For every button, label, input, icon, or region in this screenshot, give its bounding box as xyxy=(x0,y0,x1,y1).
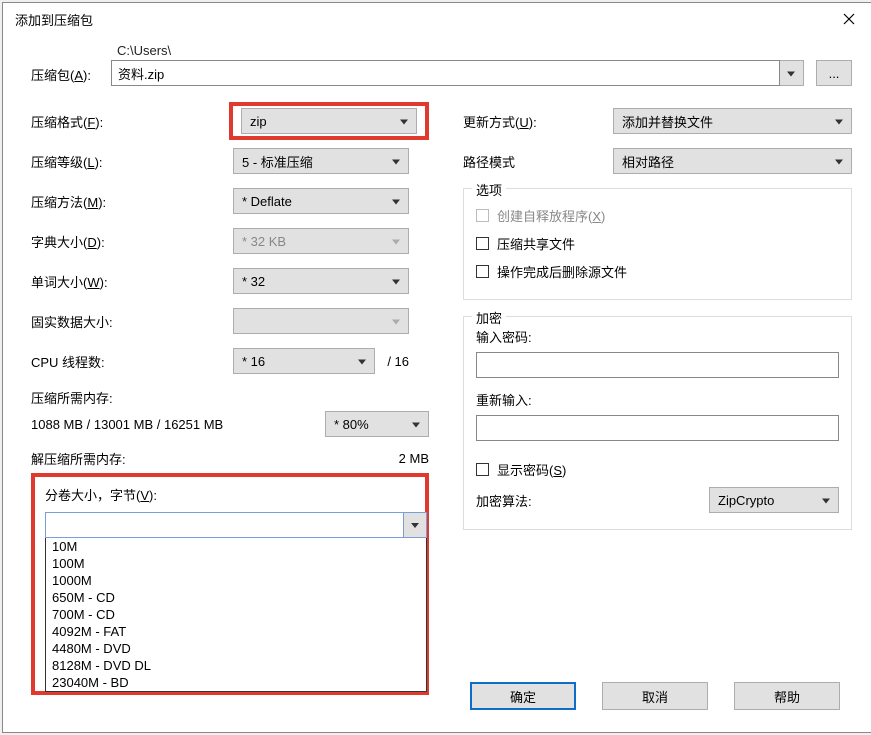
cpu-total: / 16 xyxy=(375,354,409,369)
volume-highlight-box: 分卷大小，字节(V): 10M 100M 1000M 650M - CD 700… xyxy=(31,473,429,695)
archive-dropdown[interactable] xyxy=(780,60,804,86)
method-label: 压缩方法(M): xyxy=(31,192,233,211)
shared-checkbox[interactable] xyxy=(476,237,489,250)
pathmode-select[interactable]: 相对路径 xyxy=(613,148,852,174)
close-icon xyxy=(843,13,855,25)
memcomp-label: 压缩所需内存: xyxy=(31,388,429,407)
right-column: 更新方式(U): 添加并替换文件 路径模式 相对路径 选项 创建自释放程序(X) xyxy=(463,108,852,695)
dict-select[interactable]: * 32 KB xyxy=(233,228,409,254)
method-select[interactable]: * Deflate xyxy=(233,188,409,214)
update-label: 更新方式(U): xyxy=(463,112,613,131)
solid-select[interactable] xyxy=(233,308,409,334)
options-legend: 选项 xyxy=(472,180,506,199)
dialog-body: 压缩包(A): C:\Users\ ... 压缩格式(F): xyxy=(3,35,871,732)
archive-filename-input[interactable] xyxy=(111,60,780,86)
volume-option[interactable]: 100M xyxy=(46,555,426,572)
volume-dropdown-button[interactable] xyxy=(404,513,426,537)
options-fieldset: 选项 创建自释放程序(X) 压缩共享文件 操作完成后删除源文件 xyxy=(463,188,852,300)
volume-option[interactable]: 650M - CD xyxy=(46,589,426,606)
archive-path-text: C:\Users\ xyxy=(111,43,804,58)
password2-input[interactable] xyxy=(476,415,839,441)
volume-dropdown-list: 10M 100M 1000M 650M - CD 700M - CD 4092M… xyxy=(45,538,427,692)
memdecomp-label: 解压缩所需内存: xyxy=(31,449,399,468)
encryption-legend: 加密 xyxy=(472,308,506,327)
delete-checkbox[interactable] xyxy=(476,265,489,278)
showpassword-label: 显示密码(S) xyxy=(497,460,566,479)
left-column: 压缩格式(F): zip 压缩等级(L): 5 - 标准压缩 压缩方法(M): xyxy=(31,108,429,695)
format-row: 压缩格式(F): zip xyxy=(31,108,429,134)
algo-label: 加密算法: xyxy=(476,491,709,510)
browse-button[interactable]: ... xyxy=(816,60,852,86)
format-select[interactable]: zip xyxy=(241,108,417,134)
volume-option[interactable]: 10M xyxy=(46,538,426,555)
titlebar: 添加到压缩包 xyxy=(3,3,871,35)
sfx-checkbox xyxy=(476,209,489,222)
volume-option[interactable]: 4480M - DVD xyxy=(46,640,426,657)
archive-label: 压缩包(A): xyxy=(31,43,111,84)
shared-label: 压缩共享文件 xyxy=(497,234,575,253)
cpu-select[interactable]: * 16 xyxy=(233,348,375,374)
button-row: 确定 取消 帮助 xyxy=(470,682,840,710)
archive-row: 压缩包(A): C:\Users\ ... xyxy=(31,43,852,86)
level-label: 压缩等级(L): xyxy=(31,152,233,171)
close-button[interactable] xyxy=(826,3,871,35)
ok-button[interactable]: 确定 xyxy=(470,682,576,710)
sfx-label: 创建自释放程序(X) xyxy=(497,206,605,225)
volume-option[interactable]: 4092M - FAT xyxy=(46,623,426,640)
showpassword-checkbox[interactable] xyxy=(476,463,489,476)
help-button[interactable]: 帮助 xyxy=(734,682,840,710)
word-label: 单词大小(W): xyxy=(31,272,233,291)
pathmode-label: 路径模式 xyxy=(463,152,613,171)
password-label: 输入密码: xyxy=(476,327,839,346)
memdecomp-value: 2 MB xyxy=(399,451,429,466)
cpu-label: CPU 线程数: xyxy=(31,352,233,371)
volume-combobox[interactable] xyxy=(45,512,427,538)
volume-option[interactable]: 23040M - BD xyxy=(46,674,426,691)
password-input[interactable] xyxy=(476,352,839,378)
window-title: 添加到压缩包 xyxy=(15,10,826,29)
volume-option[interactable]: 8128M - DVD DL xyxy=(46,657,426,674)
volume-label: 分卷大小，字节(V): xyxy=(45,485,415,504)
memcomp-detail: 1088 MB / 13001 MB / 16251 MB xyxy=(31,417,223,432)
password2-label: 重新输入: xyxy=(476,390,839,409)
solid-label: 固实数据大小: xyxy=(31,312,233,331)
volume-option[interactable]: 700M - CD xyxy=(46,606,426,623)
memcomp-select[interactable]: * 80% xyxy=(325,411,429,437)
dialog-window: 添加到压缩包 压缩包(A): C:\Users\ ... xyxy=(2,2,871,733)
cancel-button[interactable]: 取消 xyxy=(602,682,708,710)
format-highlight-box: zip xyxy=(229,102,429,140)
encryption-fieldset: 加密 输入密码: 重新输入: 显示密码(S) 加密算法: ZipCrypto xyxy=(463,316,852,530)
volume-option[interactable]: 1000M xyxy=(46,572,426,589)
format-label: 压缩格式(F): xyxy=(31,112,229,131)
volume-input[interactable] xyxy=(46,513,404,537)
dict-label: 字典大小(D): xyxy=(31,232,233,251)
algo-select[interactable]: ZipCrypto xyxy=(709,487,839,513)
word-select[interactable]: * 32 xyxy=(233,268,409,294)
level-select[interactable]: 5 - 标准压缩 xyxy=(233,148,409,174)
update-select[interactable]: 添加并替换文件 xyxy=(613,108,852,134)
delete-label: 操作完成后删除源文件 xyxy=(497,262,627,281)
